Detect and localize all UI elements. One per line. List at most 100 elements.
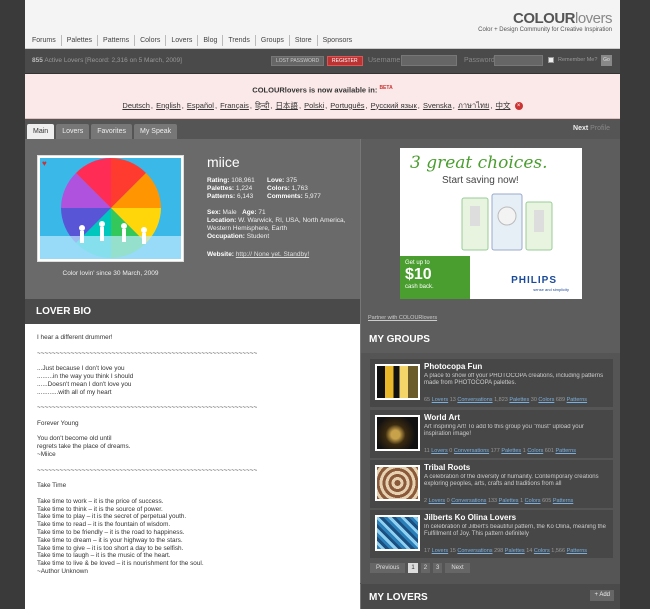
group-colors-link[interactable]: Colors (527, 448, 543, 454)
tab-main[interactable]: Main (27, 124, 55, 139)
group-description: A celebration of the diversity of humani… (424, 474, 599, 487)
main-nav: Forums Palettes Patterns Colors Lovers B… (25, 35, 357, 46)
group-colors-link[interactable]: Colors (538, 397, 554, 403)
pager-page-2[interactable]: 2 (420, 563, 431, 573)
password-input[interactable] (494, 55, 543, 66)
lang-portugues[interactable]: Português (330, 101, 364, 110)
group-item[interactable]: Jilberts Ko Olina Lovers In celebration … (370, 510, 613, 558)
group-item[interactable]: Photocopa Fun A place to show off your P… (370, 359, 613, 407)
philips-ad-banner[interactable]: 3 great choices. Start saving now! Get u… (400, 148, 582, 299)
lang-deutsch[interactable]: Deutsch (122, 101, 150, 110)
member-since: Color lovin' since 30 March, 2009 (62, 270, 159, 277)
group-item[interactable]: Tribal Roots A celebration of the divers… (370, 460, 613, 508)
group-palettes-link[interactable]: Palettes (501, 448, 521, 454)
group-colors-link[interactable]: Colors (534, 548, 550, 554)
philips-tagline: sense and simplicity (533, 287, 569, 292)
lang-thai[interactable]: ภาษาไทย (458, 101, 489, 110)
group-thumbnail[interactable] (375, 515, 420, 551)
logo-text-bold: COLOUR (512, 10, 576, 27)
nav-palettes[interactable]: Palettes (62, 35, 99, 46)
comments-label: Comments: (267, 193, 303, 200)
group-patterns-count: 689 (555, 397, 566, 403)
tab-favorites[interactable]: Favorites (91, 124, 132, 139)
group-patterns-count: 601 (544, 448, 554, 454)
my-lovers-title: MY LOVERS (369, 592, 428, 603)
remember-checkbox[interactable] (548, 57, 554, 63)
pager-next[interactable]: Next (445, 563, 470, 573)
group-patterns-link[interactable]: Patterns (567, 397, 587, 403)
group-palettes-count: 133 (487, 498, 498, 504)
group-title[interactable]: Tribal Roots (424, 463, 470, 472)
nav-forums[interactable]: Forums (25, 35, 62, 46)
group-colors-link[interactable]: Colors (525, 498, 541, 504)
group-conversations-link[interactable]: Conversations (457, 397, 492, 403)
love-value: 375 (286, 177, 298, 184)
cash-tail-text: cash back. (405, 284, 434, 290)
group-lovers-link[interactable]: Lovers (431, 448, 448, 454)
nav-patterns[interactable]: Patterns (98, 35, 136, 46)
lost-password-button[interactable]: Lost Password (271, 56, 325, 66)
colourlovers-logo[interactable]: COLOURlovers (512, 10, 613, 27)
group-lovers-link[interactable]: Lovers (432, 548, 449, 554)
age-label: Age: (242, 209, 257, 216)
groups-pager: Previous 1 2 3 Next (370, 563, 470, 573)
groups-list: Photocopa Fun A place to show off your P… (360, 353, 620, 583)
nav-colors[interactable]: Colors (135, 35, 167, 46)
nav-sponsors[interactable]: Sponsors (318, 35, 358, 46)
language-banner: COLOURlovers is now available in: BETA D… (25, 74, 620, 119)
partner-link[interactable]: Partner with COLOURlovers (368, 315, 437, 321)
group-palettes-link[interactable]: Palettes (509, 397, 529, 403)
lang-japanese[interactable]: 日本語 (275, 101, 298, 110)
group-palettes-link[interactable]: Palettes (505, 548, 525, 554)
lang-espanol[interactable]: Español (187, 101, 214, 110)
nav-lovers[interactable]: Lovers (166, 35, 199, 46)
group-conversations-link[interactable]: Conversations (454, 448, 489, 454)
group-lovers-link[interactable]: Lovers (429, 498, 446, 504)
tab-my-speak[interactable]: My Speak (134, 124, 178, 139)
pager-page-3[interactable]: 3 (433, 563, 443, 573)
page-frame: COLOURlovers Color + Design Community fo… (25, 0, 620, 609)
lang-russian[interactable]: Русский язык (371, 101, 417, 110)
group-palettes-link[interactable]: Palettes (499, 498, 519, 504)
group-patterns-link[interactable]: Patterns (567, 548, 587, 554)
website-link[interactable]: http:// None yet. Standby! (236, 251, 309, 258)
group-title[interactable]: Jilberts Ko Olina Lovers (424, 513, 516, 522)
tab-lovers[interactable]: Lovers (56, 124, 90, 139)
group-lovers-link[interactable]: Lovers (432, 397, 449, 403)
pager-page-1[interactable]: 1 (408, 563, 418, 573)
close-icon[interactable]: × (514, 101, 523, 110)
group-title[interactable]: World Art (424, 413, 460, 422)
register-button[interactable]: Register (327, 56, 363, 66)
lang-francais[interactable]: Français (220, 101, 249, 110)
password-label: Password (464, 57, 495, 64)
lang-svenska[interactable]: Svenska (423, 101, 452, 110)
nav-store[interactable]: Store (290, 35, 318, 46)
group-item[interactable]: World Art Art inspiring Art! To add to t… (370, 410, 613, 458)
philips-logo: PHILIPS (511, 275, 557, 286)
avatar[interactable]: ♥ (37, 155, 184, 262)
group-thumbnail[interactable] (375, 364, 420, 400)
next-profile-link[interactable]: Next Profile (573, 125, 610, 132)
nav-groups[interactable]: Groups (256, 35, 290, 46)
login-bar: 855 Active Lovers [Record: 2,316 on 5 Ma… (25, 49, 620, 74)
pager-previous[interactable]: Previous (370, 563, 406, 573)
lang-chinese[interactable]: 中文 (495, 101, 510, 110)
lang-english[interactable]: English (156, 101, 181, 110)
lang-hindi[interactable]: हिन्दी (255, 101, 269, 110)
group-colors-count: 1 (522, 448, 526, 454)
username-input[interactable] (401, 55, 457, 66)
group-title[interactable]: Photocopa Fun (424, 362, 482, 371)
group-conversations-count: 0 (446, 498, 450, 504)
group-patterns-link[interactable]: Patterns (553, 498, 573, 504)
add-lover-button[interactable]: + Add (590, 590, 614, 601)
group-conversations-link[interactable]: Conversations (457, 548, 492, 554)
nav-trends[interactable]: Trends (223, 35, 256, 46)
group-thumbnail[interactable] (375, 415, 420, 451)
group-patterns-link[interactable]: Patterns (555, 448, 575, 454)
lang-polski[interactable]: Polski (304, 101, 324, 110)
group-conversations-link[interactable]: Conversations (451, 498, 486, 504)
location-label: Location: (207, 217, 237, 224)
nav-blog[interactable]: Blog (198, 35, 224, 46)
group-thumbnail[interactable] (375, 465, 420, 501)
go-button[interactable]: Go (601, 55, 612, 66)
